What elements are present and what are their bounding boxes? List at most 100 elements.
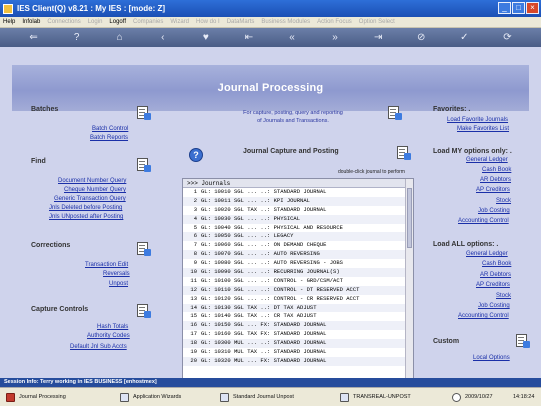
back-arrow-icon[interactable]: ⇐	[27, 31, 41, 45]
menu-bar: Help Infolab Connections Login Logoff Co…	[0, 17, 541, 28]
link-batch-reports[interactable]: Batch Reports	[90, 135, 128, 141]
journal-task-icon	[6, 392, 15, 402]
list-item[interactable]: 13 GL: 10120 SGL ... ..: CONTROL - CR RES…	[183, 295, 413, 304]
menu-connections: Connections	[47, 19, 81, 25]
link-hash-totals[interactable]: Hash Totals	[97, 324, 128, 330]
minimize-button[interactable]: _	[498, 2, 511, 14]
question-icon[interactable]: ?	[189, 148, 203, 162]
list-item[interactable]: 19 GL: 10310 MUL TAX ..: STANDARD JOURNAL	[183, 348, 413, 357]
document-icon	[137, 106, 151, 120]
link-jnls-unposted[interactable]: Jnls UNposted after Posting	[49, 214, 123, 220]
list-item[interactable]: 11 GL: 10100 SGL ... ..: CONTROL - GRD/CS…	[183, 277, 413, 286]
info-line-1: For capture, posting, query and reportin…	[243, 110, 343, 116]
link-all-ap-creditors[interactable]: AP Creditors	[476, 282, 510, 288]
forward-icon[interactable]: »	[328, 31, 342, 45]
list-item[interactable]: 2 GL: 10011 SGL ... ..: KPI JOURNAL	[183, 196, 413, 206]
window-title: IES Client(Q) v8.21 : My IES : [mode: Z]	[17, 4, 166, 13]
unpost-task-icon	[220, 392, 229, 402]
task-label: TRANSREAL-UNPOST	[353, 394, 411, 400]
list-item[interactable]: 18 GL: 10300 MUL ... ..: STANDARD JOURNAL	[183, 339, 413, 349]
link-my-cash-book[interactable]: Cash Book	[482, 167, 511, 173]
close-button[interactable]: ×	[526, 2, 539, 14]
menu-option-select: Option Select	[358, 19, 395, 25]
list-item[interactable]: 17 GL: 10160 SGL TAX FX: STANDARD JOURNAL	[183, 330, 413, 339]
session-info: Session Info: Terry working in IES BUSIN…	[0, 378, 541, 387]
link-all-accounting-control[interactable]: Accounting Control	[458, 313, 509, 319]
link-cheque-number-query[interactable]: Cheque Number Query	[64, 187, 126, 193]
link-unpost[interactable]: Unpost	[109, 281, 128, 287]
journal-list[interactable]: >>> Journals 1 GL: 10010 SGL ... ..: STAN…	[182, 178, 414, 386]
toolbar: ⇐ ? ⌂ ‹ ♥ ⇤ « » ⇥ ⊘ ✓ ⟳	[0, 28, 541, 47]
link-jnls-deleted[interactable]: Jnls Deleted before Posting	[49, 205, 122, 211]
window-controls: _ □ ×	[498, 2, 539, 14]
link-my-accounting-control[interactable]: Accounting Control	[458, 218, 509, 224]
find-heading: Find	[31, 158, 46, 165]
list-item[interactable]: 16 GL: 10150 SGL ... FX: STANDARD JOURNAL	[183, 321, 413, 331]
menu-wizard: Wizard	[170, 19, 190, 25]
list-item[interactable]: 1 GL: 10010 SGL ... ..: STANDARD JOURNAL	[183, 188, 413, 197]
list-item[interactable]: 7 GL: 10060 SGL ... ..: ON DEMAND CHEQUE	[183, 241, 413, 250]
date-label: 2009/10/27	[465, 394, 493, 400]
help-icon[interactable]: ?	[70, 31, 84, 45]
menu-how-do-i: How do I	[196, 19, 220, 25]
link-reversals[interactable]: Reversals	[103, 271, 130, 277]
menu-action-focus: Action Focus	[317, 19, 352, 25]
link-all-ar-debtors[interactable]: AR Debtors	[480, 272, 511, 278]
menu-companies: Companies	[132, 19, 164, 25]
favorite-icon[interactable]: ♥	[199, 31, 213, 45]
task-journal-processing[interactable]: Journal Processing	[6, 391, 66, 403]
link-my-ap-creditors[interactable]: AP Creditors	[476, 187, 510, 193]
menu-help[interactable]: Help	[3, 19, 15, 25]
link-my-stock[interactable]: Stock	[496, 198, 511, 204]
favorites-heading: Favorites: .	[433, 106, 471, 113]
link-local-options[interactable]: Local Options	[473, 355, 510, 361]
menu-logoff[interactable]: Logoff	[109, 19, 126, 25]
list-item[interactable]: 3 GL: 10020 SGL TAX ..: STANDARD JOURNAL	[183, 206, 413, 215]
capture-doc-icon	[397, 146, 411, 160]
link-my-job-costing[interactable]: Job Costing	[478, 208, 510, 214]
link-generic-transaction-query[interactable]: Generic Transaction Query	[54, 196, 126, 202]
scroll-thumb[interactable]	[407, 188, 412, 248]
maximize-button[interactable]: □	[512, 2, 525, 14]
prev-icon[interactable]: ‹	[156, 31, 170, 45]
list-item[interactable]: 6 GL: 10050 SGL ... ..: LEGACY	[183, 232, 413, 242]
last-icon[interactable]: ⇥	[371, 31, 385, 45]
list-item[interactable]: 8 GL: 10070 SGL ... ..: AUTO REVERSING	[183, 250, 413, 260]
controls-doc-icon	[137, 304, 151, 318]
ok-icon[interactable]: ✓	[457, 31, 471, 45]
list-scrollbar[interactable]	[405, 179, 413, 385]
link-all-job-costing[interactable]: Job Costing	[478, 303, 510, 309]
list-item[interactable]: 9 GL: 10080 SGL ... ..: AUTO REVERSING - …	[183, 259, 413, 268]
task-application-wizards[interactable]: Application Wizards	[120, 391, 181, 403]
search-doc-icon	[137, 158, 151, 172]
link-my-general-ledger[interactable]: General Ledger	[466, 157, 508, 163]
link-all-cash-book[interactable]: Cash Book	[482, 261, 511, 267]
first-icon[interactable]: ⇤	[242, 31, 256, 45]
link-batch-control[interactable]: Batch Control	[92, 126, 128, 132]
list-item[interactable]: 4 GL: 10030 SGL ... ..: PHYSICAL	[183, 214, 413, 224]
link-load-favorite-journals[interactable]: Load Favorite Journals	[447, 117, 508, 123]
list-item[interactable]: 14 GL: 10130 SGL TAX ..: DT TAX ADJUST	[183, 303, 413, 313]
menu-infolab[interactable]: Infolab	[22, 19, 40, 25]
link-my-ar-debtors[interactable]: AR Debtors	[480, 177, 511, 183]
task-transreal-unpost[interactable]: TRANSREAL-UNPOST	[340, 391, 411, 403]
refresh-icon[interactable]: ⟳	[500, 31, 514, 45]
link-authority-codes[interactable]: Authority Codes	[87, 333, 130, 339]
link-transaction-edit[interactable]: Transaction Edit	[85, 262, 128, 268]
home-icon[interactable]: ⌂	[113, 31, 127, 45]
list-item[interactable]: 5 GL: 10040 SGL ... ..: PHYSICAL AND RESO…	[183, 224, 413, 233]
capture-controls-heading: Capture Controls	[31, 306, 89, 313]
banner: Journal Processing	[12, 65, 529, 111]
link-make-favorites-list[interactable]: Make Favorites List	[457, 126, 509, 132]
task-standard-journal-unpost[interactable]: Standard Journal Unpost	[220, 391, 294, 403]
rewind-icon[interactable]: «	[285, 31, 299, 45]
list-item[interactable]: 10 GL: 10090 SGL ... ..: RECURRING JOURNA…	[183, 268, 413, 277]
list-item[interactable]: 20 GL: 10320 MUL ... FX: STANDARD JOURNAL	[183, 356, 413, 366]
link-all-general-ledger[interactable]: General Ledger	[466, 251, 508, 257]
list-item[interactable]: 12 GL: 10110 SGL ... ..: CONTROL - DT RES…	[183, 285, 413, 295]
cancel-icon[interactable]: ⊘	[414, 31, 428, 45]
link-all-stock[interactable]: Stock	[496, 293, 511, 299]
list-item[interactable]: 15 GL: 10140 SGL TAX ..: CR TAX ADJUST	[183, 312, 413, 321]
link-document-number-query[interactable]: Document Number Query	[58, 178, 126, 184]
link-default-jnl-sub-accts[interactable]: Default Jnl Sub Accts	[70, 344, 127, 350]
